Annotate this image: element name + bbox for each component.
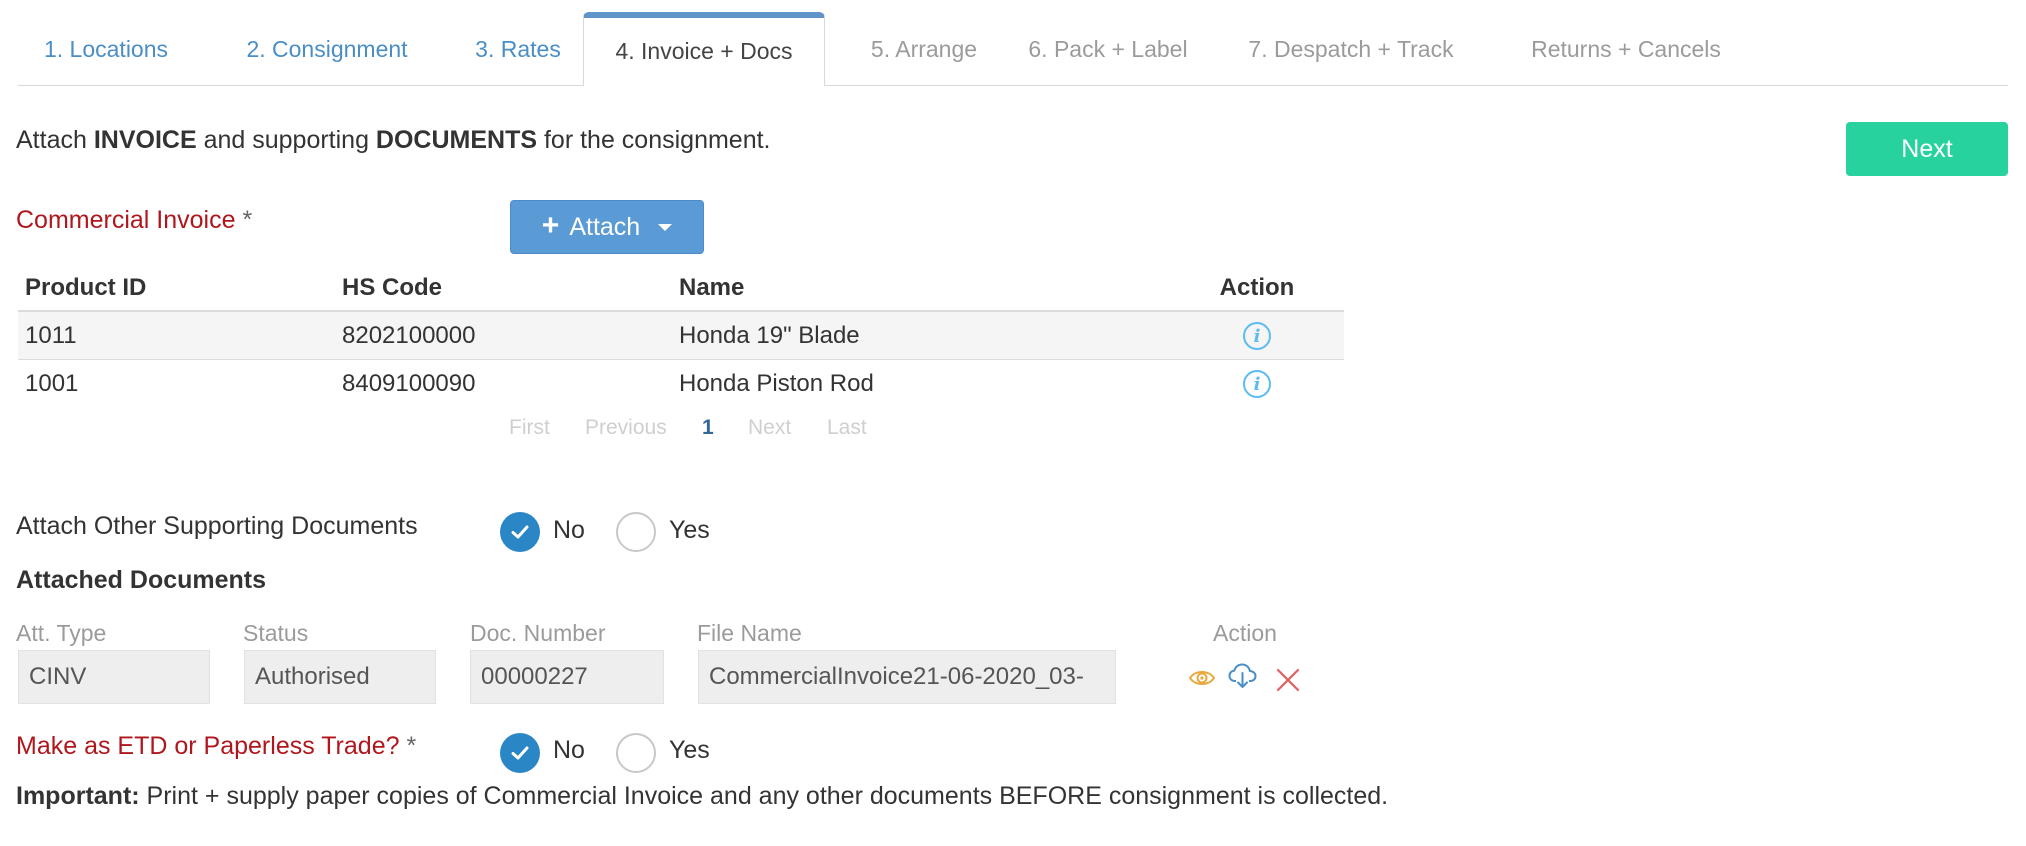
attached-documents-heading: Attached Documents (16, 566, 267, 594)
invoice-products-table: Product ID HS Code Name Action 1011 8202… (18, 264, 1344, 408)
next-button[interactable]: Next (1846, 122, 2008, 176)
commercial-invoice-label-text: Commercial Invoice (16, 206, 236, 234)
header-product-id: Product ID (25, 274, 147, 301)
intro-part: and supporting (196, 126, 376, 154)
col-action: Action (1213, 620, 1277, 646)
intro-text: Attach INVOICE and supporting DOCUMENTS … (16, 126, 771, 155)
hs-code-cell: 8409100090 (342, 370, 476, 397)
pager-next[interactable]: Next (748, 416, 791, 440)
etd-label-text: Make as ETD or Paperless Trade? (16, 732, 400, 760)
hs-code-cell: 8202100000 (342, 322, 476, 349)
pager-previous[interactable]: Previous (585, 416, 667, 440)
important-label: Important: (16, 782, 140, 810)
tab-returns-cancels[interactable]: Returns + Cancels (1518, 12, 1734, 86)
header-hs-code: HS Code (342, 274, 443, 301)
etd-label: Make as ETD or Paperless Trade? * (16, 732, 416, 761)
file-name-field: CommercialInvoice21-06-2020_03- (698, 650, 1116, 704)
pager-last[interactable]: Last (827, 416, 867, 440)
invoice-docs-page: 1. Locations 2. Consignment 3. Rates 4. … (0, 0, 2026, 846)
caret-down-icon (658, 223, 673, 231)
other-docs-no-label: No (553, 516, 585, 544)
tab-arrange[interactable]: 5. Arrange (843, 12, 1005, 86)
intro-part: for the consignment. (537, 126, 771, 154)
required-mark: * (242, 206, 253, 234)
check-icon (511, 525, 529, 539)
required-mark: * (406, 732, 417, 760)
intro-part: Attach (16, 126, 94, 154)
intro-invoice-bold: INVOICE (93, 126, 197, 154)
tab-invoice-docs[interactable]: 4. Invoice + Docs (583, 12, 825, 87)
attach-dropdown-button[interactable]: + Attach (510, 200, 704, 254)
product-id-cell: 1011 (25, 322, 77, 349)
col-att-type: Att. Type (16, 620, 107, 646)
table-row: 1001 8409100090 Honda Piston Rod i (18, 360, 1344, 408)
status-field: Authorised (244, 650, 436, 704)
tab-pack-label[interactable]: 6. Pack + Label (1018, 12, 1198, 86)
pager-first[interactable]: First (509, 416, 550, 440)
tab-locations[interactable]: 1. Locations (26, 12, 186, 86)
important-note: Important: Print + supply paper copies o… (16, 782, 1388, 811)
step-tabs: 1. Locations 2. Consignment 3. Rates 4. … (18, 12, 2008, 87)
action-cell: i (1202, 312, 1312, 360)
table-row: 1011 8202100000 Honda 19" Blade i (18, 312, 1344, 360)
tab-rates[interactable]: 3. Rates (458, 12, 578, 86)
header-action: Action (1219, 274, 1295, 301)
other-docs-label: Attach Other Supporting Documents (16, 512, 418, 540)
product-id-cell: 1001 (25, 370, 79, 397)
col-doc-number: Doc. Number (470, 620, 606, 646)
col-file-name: File Name (697, 620, 802, 646)
etd-no-label: No (553, 736, 585, 764)
etd-yes-radio[interactable] (616, 733, 656, 773)
etd-no-radio[interactable] (500, 733, 540, 773)
other-docs-yes-radio[interactable] (616, 512, 656, 552)
pager-current-page[interactable]: 1 (702, 416, 714, 440)
info-icon[interactable]: i (1243, 370, 1271, 398)
attach-label: Attach (569, 212, 641, 241)
etd-yes-label: Yes (669, 736, 710, 764)
action-cell: i (1202, 360, 1312, 408)
att-type-field: CINV (18, 650, 210, 704)
important-text: Print + supply paper copies of Commercia… (139, 782, 1389, 810)
plus-icon: + (541, 208, 560, 242)
name-cell: Honda Piston Rod (679, 370, 874, 397)
intro-documents-bold: DOCUMENTS (375, 126, 538, 154)
other-docs-no-radio[interactable] (500, 512, 540, 552)
info-icon[interactable]: i (1243, 322, 1271, 350)
tab-despatch-track[interactable]: 7. Despatch + Track (1236, 12, 1466, 86)
cloud-download-icon[interactable] (1228, 662, 1258, 690)
col-status: Status (243, 620, 309, 646)
eye-icon[interactable] (1188, 666, 1216, 690)
table-header: Product ID HS Code Name Action (18, 264, 1344, 312)
tab-consignment[interactable]: 2. Consignment (218, 12, 436, 86)
other-docs-yes-label: Yes (669, 516, 710, 544)
close-icon[interactable] (1276, 668, 1300, 692)
commercial-invoice-label: Commercial Invoice * (16, 206, 252, 235)
doc-number-field: 00000227 (470, 650, 664, 704)
name-cell: Honda 19" Blade (679, 322, 860, 349)
header-name: Name (679, 274, 745, 301)
check-icon (511, 746, 529, 760)
